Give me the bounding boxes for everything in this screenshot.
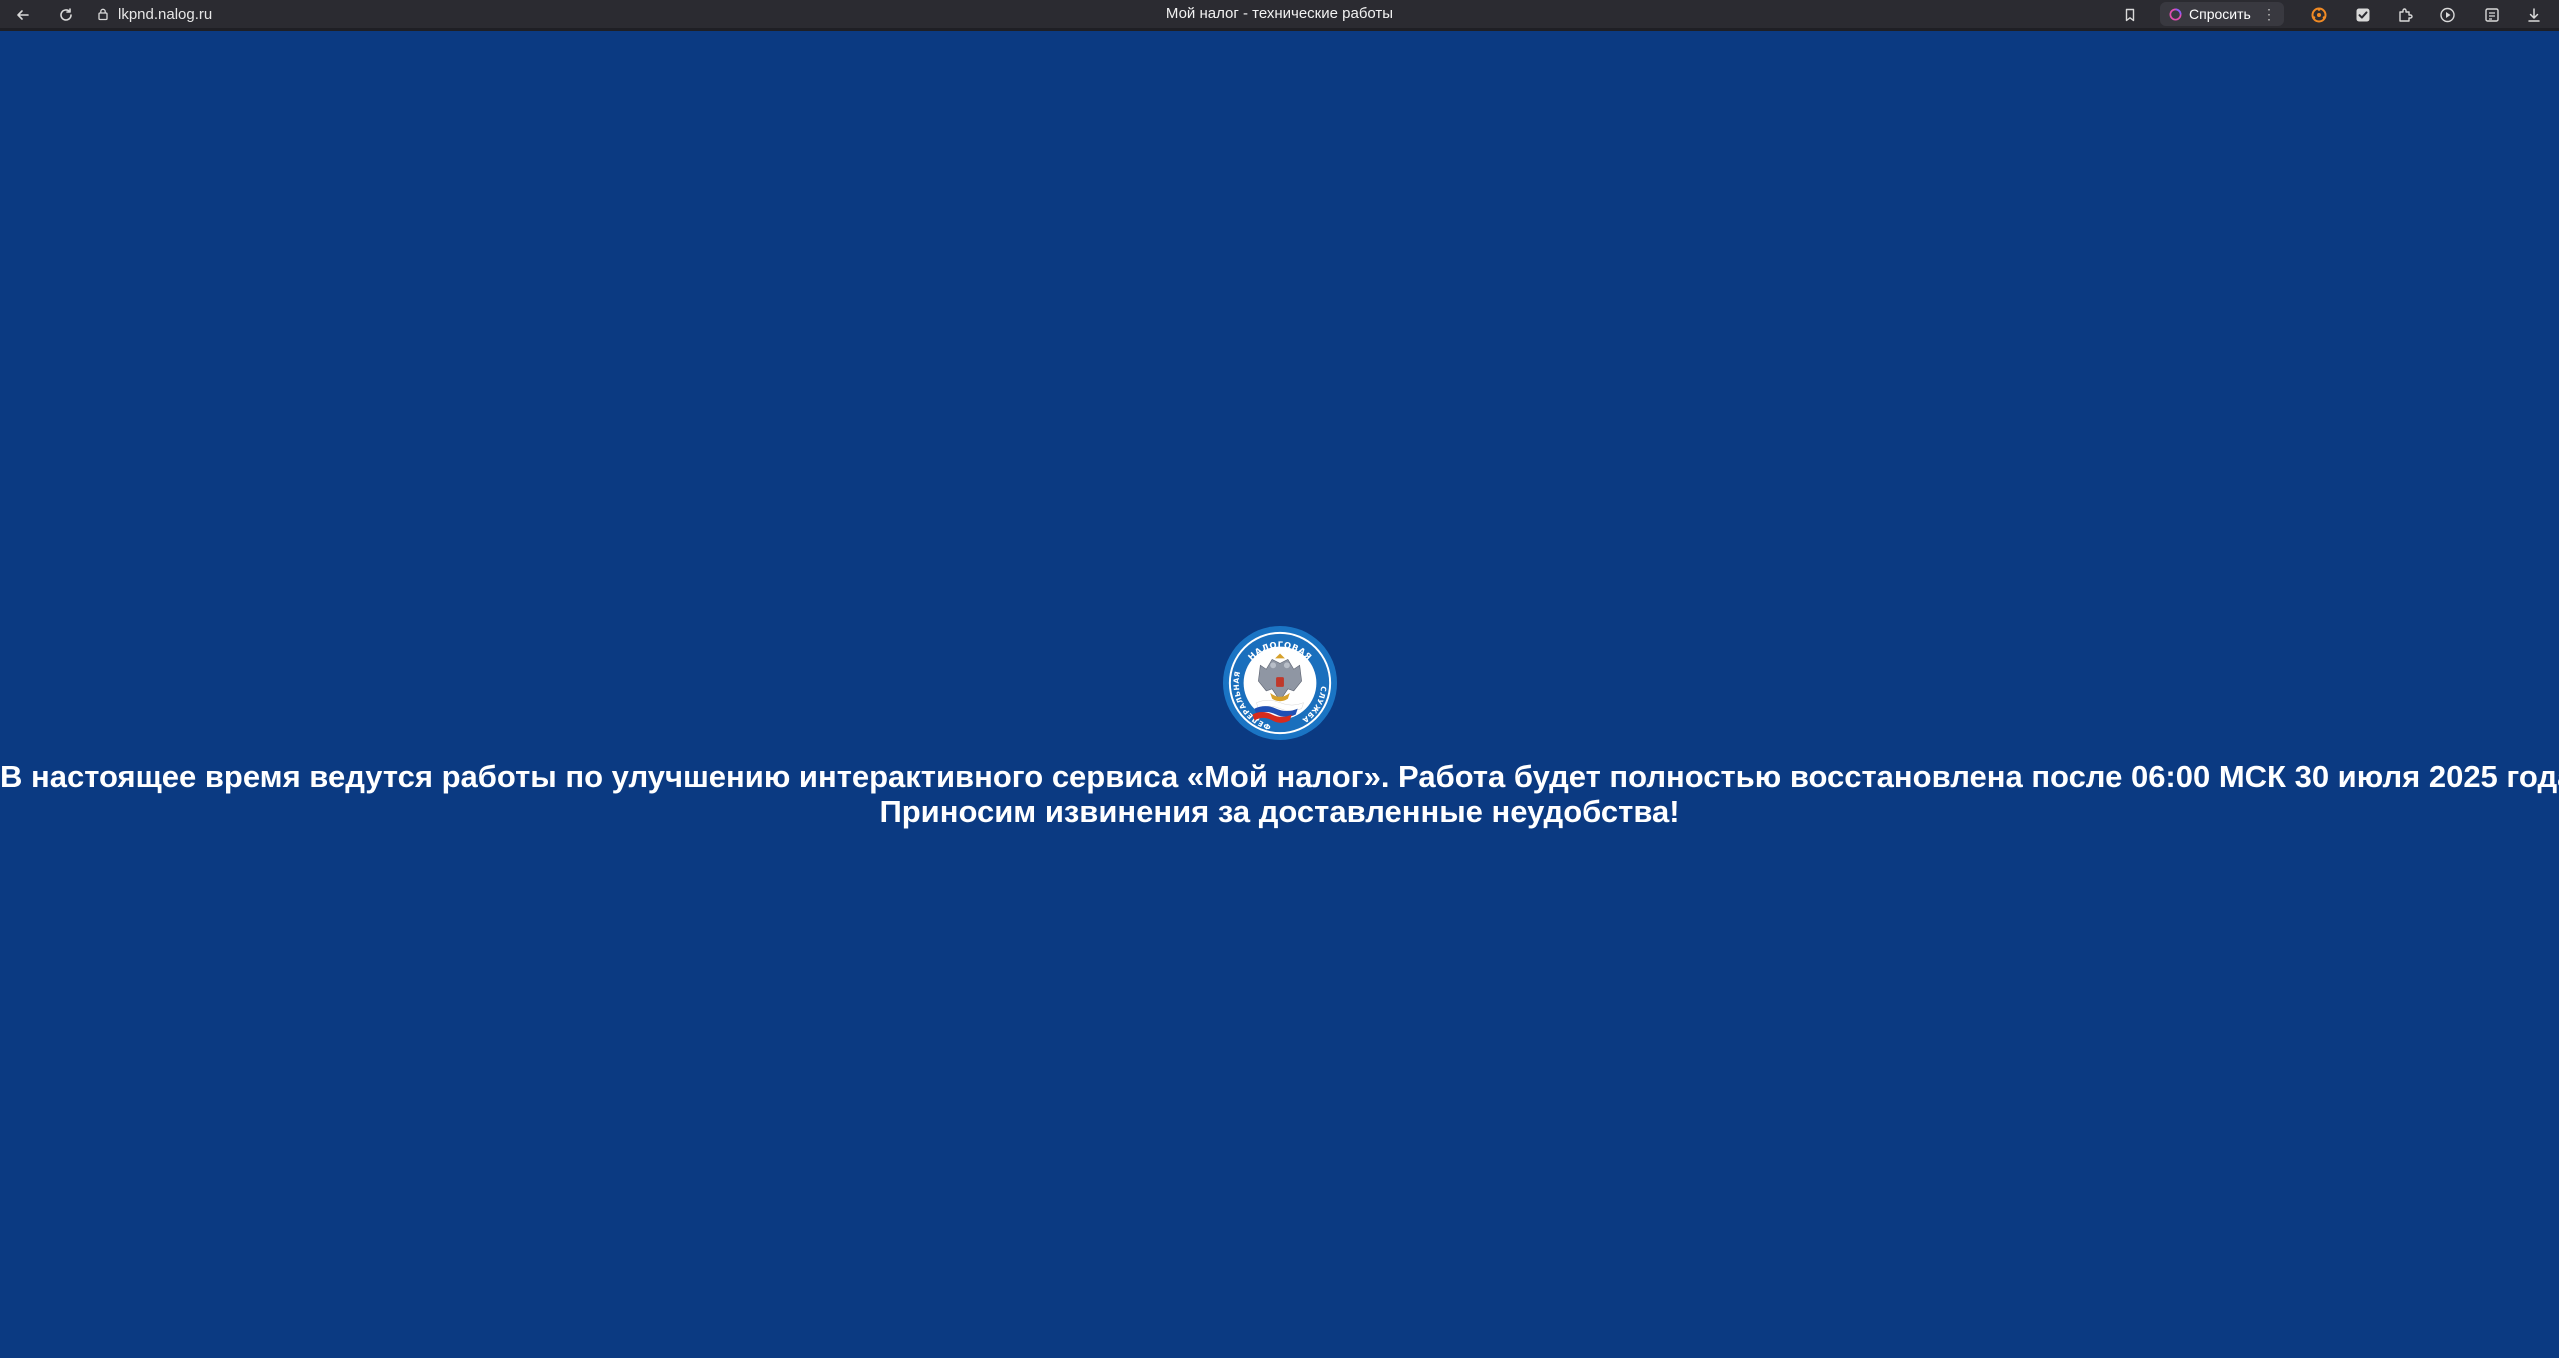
bookmark-button[interactable] (2118, 3, 2142, 27)
reload-icon (60, 8, 72, 21)
downloads-button[interactable] (2522, 3, 2546, 27)
ask-assistant-button[interactable]: Спросить ⋮ (2160, 2, 2284, 26)
maintenance-message: В настоящее время ведутся работы по улуч… (0, 759, 2559, 829)
puzzle-icon (2399, 8, 2413, 22)
maintenance-page: НАЛОГОВАЯ ФЕДЕРАЛЬНАЯ СЛУЖБА В настоящее… (0, 31, 2559, 1358)
back-button[interactable] (11, 3, 35, 27)
download-icon (2528, 8, 2540, 22)
lock-icon (98, 8, 108, 21)
media-icon (2440, 7, 2455, 23)
extension-orange-icon (2311, 7, 2327, 23)
maintenance-line-1: В настоящее время ведутся работы по улуч… (0, 759, 2559, 794)
maintenance-line-2: Приносим извинения за доставленные неудо… (879, 794, 1680, 829)
address-bar[interactable]: lkpnd.nalog.ru (96, 0, 212, 28)
back-icon (17, 10, 29, 20)
ai-assistant-icon (2169, 8, 2182, 20)
extension-check-button[interactable] (2351, 3, 2375, 27)
reading-list-button[interactable] (2480, 3, 2504, 27)
extension-orange-button[interactable] (2307, 3, 2331, 27)
browser-toolbar: lkpnd.nalog.ru Мой налог - технические р… (0, 0, 2559, 31)
fns-emblem-logo: НАЛОГОВАЯ ФЕДЕРАЛЬНАЯ СЛУЖБА (1222, 625, 1338, 741)
reload-button[interactable] (54, 3, 78, 27)
ask-label: Спросить (2189, 6, 2251, 22)
reading-list-icon (2485, 8, 2499, 22)
ask-menu-icon[interactable]: ⋮ (2262, 6, 2276, 23)
media-button[interactable] (2436, 3, 2460, 27)
extension-check-icon (2356, 8, 2370, 22)
extensions-button[interactable] (2393, 3, 2417, 27)
url-text[interactable]: lkpnd.nalog.ru (118, 6, 212, 23)
bookmark-icon (2125, 8, 2135, 22)
